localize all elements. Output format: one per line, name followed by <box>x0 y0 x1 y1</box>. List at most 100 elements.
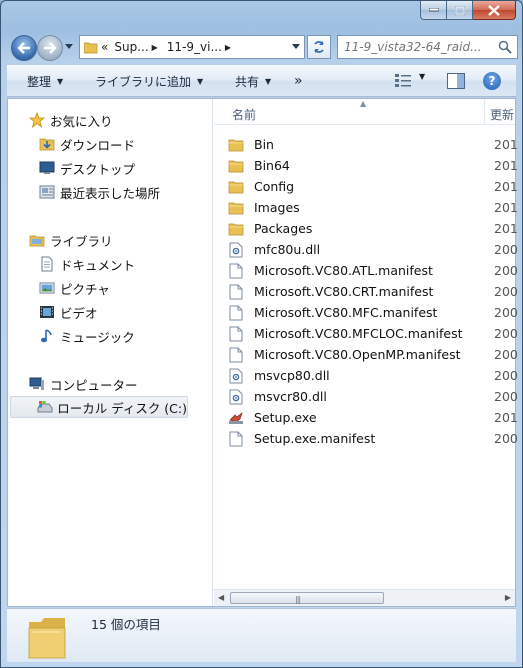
maximize-icon <box>454 5 465 15</box>
file-date: 200 <box>494 431 518 446</box>
file-list-item[interactable]: Setup.exe 201 <box>228 407 520 428</box>
close-button[interactable] <box>473 1 516 20</box>
nav-item-local-disk-c[interactable]: ローカル ディスク (C:) <box>10 396 188 418</box>
column-name[interactable]: 名前 <box>232 106 256 123</box>
drive-icon <box>37 398 53 416</box>
folder-icon <box>228 158 244 174</box>
explorer-window: « Sup...▶ 11-9_vi...▶ 整理▼ ライブラリに追加▼ 共有▼ … <box>0 0 523 668</box>
organize-button[interactable]: 整理 ▼ <box>27 65 63 97</box>
star-icon <box>28 111 46 129</box>
file-date: 200 <box>494 368 518 383</box>
file-list-item[interactable]: Bin 201 <box>228 134 520 155</box>
file-icon <box>228 284 244 300</box>
nav-item-documents[interactable]: ドキュメント <box>38 253 135 275</box>
add-to-library-button[interactable]: ライブラリに追加 ▼ <box>95 65 203 97</box>
file-list-item[interactable]: Packages 201 <box>228 218 520 239</box>
folder-icon <box>228 137 244 153</box>
scroll-left-icon[interactable]: ◀ <box>218 593 224 602</box>
file-icon <box>228 305 244 321</box>
nav-favorites[interactable]: お気に入り <box>28 109 113 131</box>
file-name: Setup.exe <box>254 410 317 425</box>
refresh-button[interactable] <box>307 35 331 59</box>
file-name: Bin64 <box>254 158 290 173</box>
file-date: 200 <box>494 305 518 320</box>
horizontal-scrollbar[interactable]: ◀ ||| ▶ <box>214 589 515 606</box>
search-input[interactable] <box>338 36 488 58</box>
nav-item-videos[interactable]: ビデオ <box>38 301 98 323</box>
file-list-item[interactable]: Bin64 201 <box>228 155 520 176</box>
help-icon[interactable]: ? <box>483 72 501 90</box>
file-list-item[interactable]: Microsoft.VC80.OpenMP.manifest 200 <box>228 344 520 365</box>
folder-icon <box>228 221 244 237</box>
file-date: 201 <box>494 200 518 215</box>
more-commands-button[interactable]: » <box>294 65 303 97</box>
chevron-down-icon: ▼ <box>197 76 204 86</box>
column-date-modified[interactable]: 更新 <box>490 106 520 123</box>
file-icon <box>228 347 244 363</box>
file-list-item[interactable]: Config 201 <box>228 176 520 197</box>
minimize-icon <box>428 8 439 12</box>
maximize-button[interactable] <box>447 1 473 20</box>
address-bar[interactable]: « Sup... ▶ 11-9_vi... ▶ <box>79 35 305 59</box>
recent-pages-dropdown-icon[interactable] <box>65 44 73 49</box>
command-bar: 整理 ▼ ライブラリに追加 ▼ 共有 ▼ » ▼ ? <box>7 64 516 97</box>
file-list-item[interactable]: Microsoft.VC80.MFC.manifest 200 <box>228 302 520 323</box>
file-name: Microsoft.VC80.OpenMP.manifest <box>254 347 461 362</box>
file-date: 200 <box>494 284 518 299</box>
nav-item-pictures[interactable]: ピクチャ <box>38 277 110 299</box>
nav-libraries[interactable]: ライブラリ <box>28 229 113 251</box>
nav-pane-empty-area <box>22 431 174 561</box>
search-box[interactable] <box>337 35 518 59</box>
recent-places-icon <box>38 183 56 201</box>
desktop-icon <box>38 159 56 177</box>
file-list-item[interactable]: msvcp80.dll 200 <box>228 365 520 386</box>
column-header: ▲ 名前 更新 <box>214 99 515 125</box>
address-dropdown-icon[interactable] <box>292 44 300 49</box>
file-name: Microsoft.VC80.CRT.manifest <box>254 284 434 299</box>
grip-icon: ||| <box>295 595 301 604</box>
column-divider[interactable] <box>484 99 485 125</box>
forward-button[interactable] <box>37 35 63 61</box>
chevron-right-icon[interactable]: ▶ <box>152 43 158 52</box>
file-list-item[interactable]: mfc80u.dll 200 <box>228 239 520 260</box>
back-button[interactable] <box>11 35 37 61</box>
download-folder-icon <box>38 135 56 153</box>
folder-icon <box>28 618 66 659</box>
share-button[interactable]: 共有 ▼ <box>235 65 271 97</box>
nav-item-desktop[interactable]: デスクトップ <box>38 157 135 179</box>
file-date: 201 <box>494 158 518 173</box>
address-overflow[interactable]: « <box>98 36 111 58</box>
nav-computer[interactable]: コンピューター <box>28 373 138 395</box>
dll-file-icon <box>228 368 244 384</box>
file-list-item[interactable]: Images 201 <box>228 197 520 218</box>
minimize-button[interactable] <box>420 1 447 20</box>
library-icon <box>28 231 46 249</box>
view-options-icon[interactable] <box>394 73 412 89</box>
scrollbar-thumb[interactable]: ||| <box>230 592 384 604</box>
nav-item-music[interactable]: ミュージック <box>38 325 135 347</box>
preview-pane-icon[interactable] <box>447 73 465 89</box>
file-name: Microsoft.VC80.MFCLOC.manifest <box>254 326 463 341</box>
nav-item-downloads[interactable]: ダウンロード <box>38 133 135 155</box>
scroll-right-icon[interactable]: ▶ <box>505 593 511 602</box>
file-list-item[interactable]: msvcr80.dll 200 <box>228 386 520 407</box>
file-list-item[interactable]: Microsoft.VC80.MFCLOC.manifest 200 <box>228 323 520 344</box>
file-date: 200 <box>494 326 518 341</box>
folder-icon <box>84 42 98 53</box>
file-list-pane: ▲ 名前 更新 Bin 201 Bin64 201 Config 201 Images 201… <box>214 99 518 606</box>
folder-icon <box>228 179 244 195</box>
file-list-item[interactable]: Microsoft.VC80.ATL.manifest 200 <box>228 260 520 281</box>
file-list-item[interactable]: Microsoft.VC80.CRT.manifest 200 <box>228 281 520 302</box>
nav-item-recent-places[interactable]: 最近表示した場所 <box>38 181 160 203</box>
address-segment-1[interactable]: Sup... ▶ <box>111 36 163 58</box>
arrow-left-icon <box>17 42 30 54</box>
address-segment-2[interactable]: 11-9_vi... ▶ <box>164 36 237 58</box>
search-icon[interactable] <box>498 40 512 54</box>
music-note-icon <box>38 327 56 345</box>
file-icon <box>228 326 244 342</box>
file-list-item[interactable]: Setup.exe.manifest 200 <box>228 428 520 449</box>
view-dropdown-icon[interactable]: ▼ <box>419 72 425 81</box>
caption-buttons <box>420 1 516 21</box>
chevron-right-icon[interactable]: ▶ <box>225 43 231 52</box>
navigation-bar: « Sup... ▶ 11-9_vi... ▶ <box>7 31 518 63</box>
